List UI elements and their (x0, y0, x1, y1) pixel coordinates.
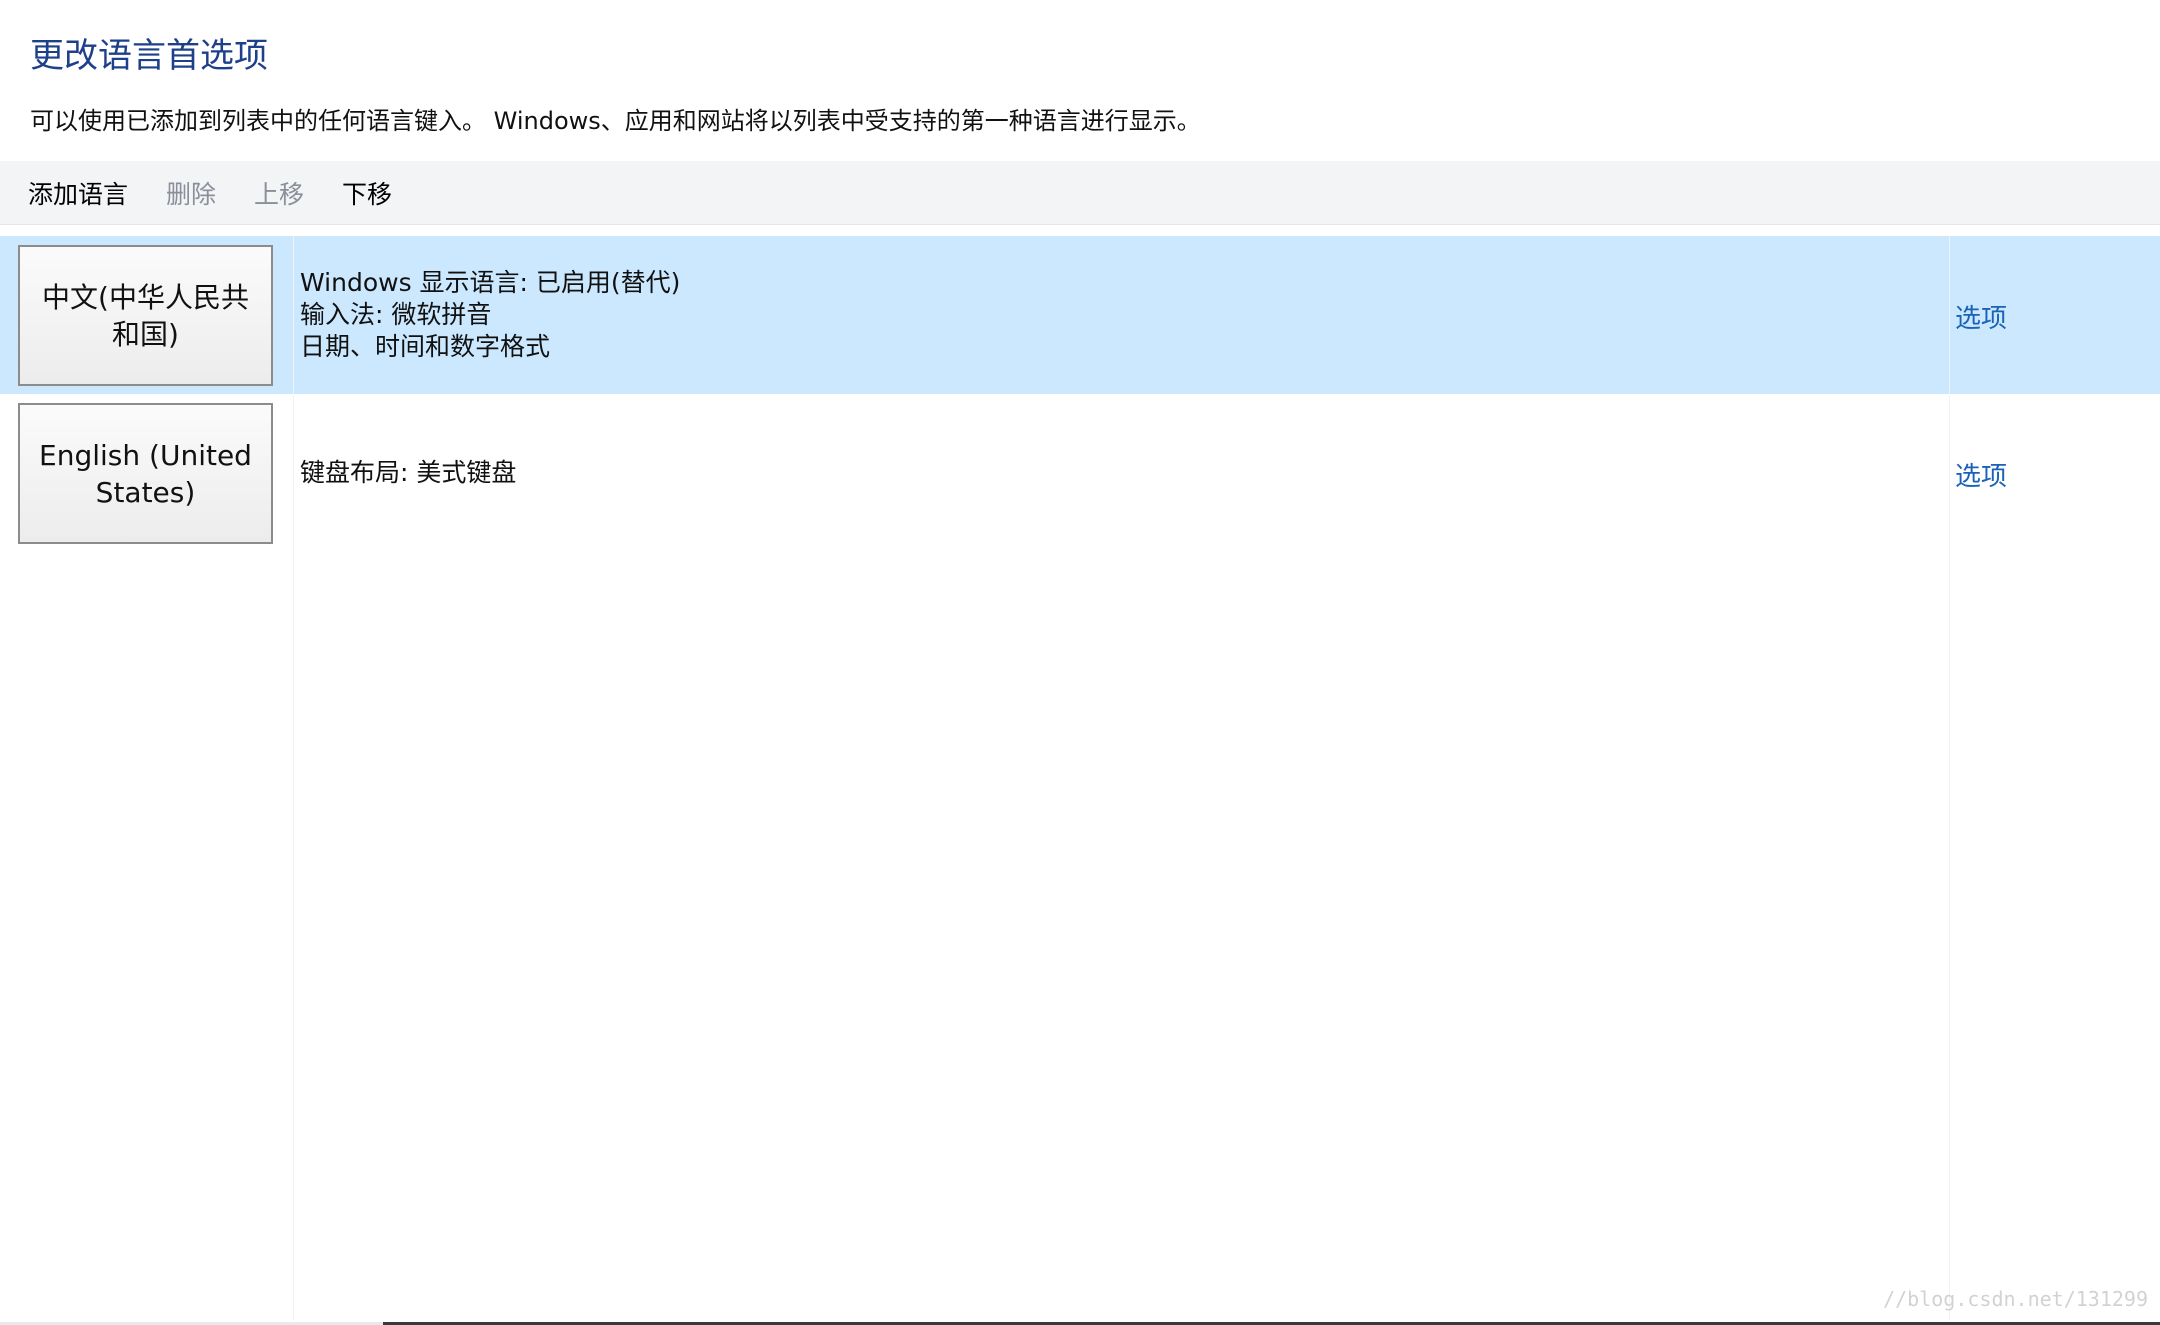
page-title: 更改语言首选项 (30, 36, 268, 76)
page-description: 可以使用已添加到列表中的任何语言键入。 Windows、应用和网站将以列表中受支… (30, 107, 1201, 135)
keyboard-layout: 键盘布局: 美式键盘 (300, 458, 517, 487)
language-list: 中文(中华人民共和国) Windows 显示语言: 已启用(替代) 输入法: 微… (0, 236, 2160, 1321)
move-up-button[interactable]: 上移 (254, 175, 304, 211)
options-link[interactable]: 选项 (1955, 298, 2007, 335)
display-language-status: Windows 显示语言: 已启用(替代) (300, 268, 681, 297)
language-name: 中文(中华人民共和国) (42, 280, 249, 351)
remove-button[interactable]: 删除 (166, 175, 216, 211)
column-divider (293, 236, 294, 1321)
toolbar: 添加语言 删除 上移 下移 (0, 161, 2160, 225)
options-link[interactable]: 选项 (1955, 456, 2007, 493)
language-details: 键盘布局: 美式键盘 (300, 457, 516, 489)
language-row-english[interactable]: English (United States) 键盘布局: 美式键盘 选项 (0, 394, 2160, 552)
input-method: 输入法: 微软拼音 (300, 300, 492, 329)
language-row-chinese[interactable]: 中文(中华人民共和国) Windows 显示语言: 已启用(替代) 输入法: 微… (0, 236, 2160, 394)
column-divider (1949, 236, 1950, 1321)
add-language-button[interactable]: 添加语言 (28, 175, 128, 211)
watermark: //blog.csdn.net/131299 (1883, 1287, 2148, 1311)
language-details: Windows 显示语言: 已启用(替代) 输入法: 微软拼音 日期、时间和数字… (300, 267, 680, 363)
language-tile[interactable]: 中文(中华人民共和国) (18, 245, 273, 386)
move-down-button[interactable]: 下移 (342, 175, 392, 211)
language-preferences-page: 更改语言首选项 可以使用已添加到列表中的任何语言键入。 Windows、应用和网… (0, 0, 2160, 1325)
regional-format: 日期、时间和数字格式 (300, 332, 551, 361)
language-tile[interactable]: English (United States) (18, 403, 273, 544)
language-name: English (United States) (39, 438, 252, 509)
